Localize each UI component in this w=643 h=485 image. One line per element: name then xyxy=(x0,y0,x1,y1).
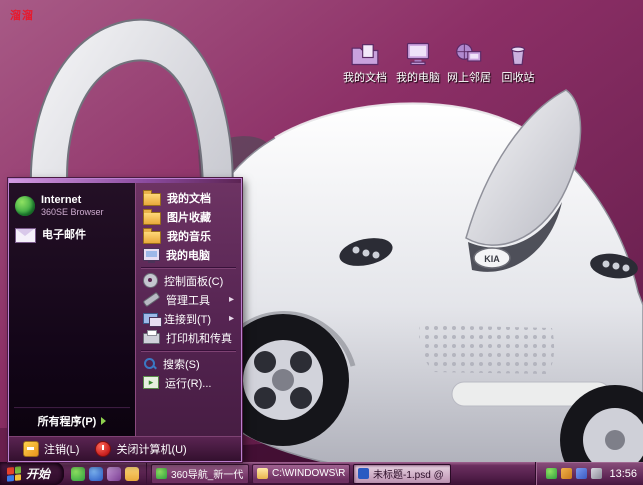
tray-update-icon[interactable] xyxy=(561,468,572,479)
menu-item-run[interactable]: 运行(R)... xyxy=(138,373,239,392)
desktop-icon-network-places[interactable]: 网上邻居 xyxy=(443,42,495,85)
recycle-bin-icon xyxy=(504,42,532,66)
start-menu: Internet 360SE Browser 电子邮件 所有程序(P) xyxy=(8,178,242,462)
desktop-icon-recycle-bin[interactable]: 回收站 xyxy=(492,42,544,85)
start-menu-footer: 注销(L) 关闭计算机(U) xyxy=(9,436,241,461)
menu-item-search[interactable]: 搜索(S) xyxy=(138,354,239,373)
car-brand-badge: KIA xyxy=(484,254,500,264)
arrow-right-icon xyxy=(101,417,106,425)
menu-item-my-music[interactable]: 我的音乐 xyxy=(138,226,239,245)
control-panel-icon xyxy=(143,273,158,288)
my-computer-icon xyxy=(404,42,432,66)
menu-item-admin-tools[interactable]: 管理工具 xyxy=(138,290,239,309)
log-off-icon xyxy=(23,441,39,457)
task-button-windows-res[interactable]: C:\WINDOWS\Res... xyxy=(252,464,350,484)
folder-icon xyxy=(143,212,161,225)
tray-network-icon[interactable] xyxy=(576,468,587,479)
taskbar-clock[interactable]: 13:56 xyxy=(609,468,637,480)
start-pinned-internet[interactable]: Internet 360SE Browser xyxy=(12,189,132,223)
tray-volume-icon[interactable] xyxy=(591,468,602,479)
divider xyxy=(141,267,236,268)
shut-down-button[interactable]: 关闭计算机(U) xyxy=(95,441,186,457)
pinned-subtitle: 360SE Browser xyxy=(41,207,104,218)
quick-launch xyxy=(64,462,147,485)
run-icon xyxy=(143,376,159,389)
start-pinned-email[interactable]: 电子邮件 xyxy=(12,223,132,248)
folder-icon xyxy=(143,193,161,206)
desktop-icon-label: 回收站 xyxy=(502,69,535,85)
tray-360-safe-icon[interactable] xyxy=(546,468,557,479)
menu-item-printers-faxes[interactable]: 打印机和传真 xyxy=(138,328,239,347)
task-button-photoshop[interactable]: 未标题-1.psd @ 50... xyxy=(353,464,451,484)
start-menu-places-column: 我的文档 图片收藏 我的音乐 我的电脑 控制面板(C) xyxy=(135,183,241,436)
folder-icon xyxy=(143,231,161,244)
admin-tools-icon xyxy=(143,292,161,307)
mail-icon xyxy=(15,228,36,243)
search-icon xyxy=(143,357,157,371)
connect-icon xyxy=(143,313,158,324)
browser-icon xyxy=(15,196,35,216)
watermark-text: 溜溜 xyxy=(10,7,34,23)
quicklaunch-folder-icon[interactable] xyxy=(125,467,139,481)
computer-icon xyxy=(143,248,160,261)
quicklaunch-internet-icon[interactable] xyxy=(89,467,103,481)
divider xyxy=(14,407,130,408)
photoshop-icon xyxy=(358,468,369,479)
menu-item-my-pictures[interactable]: 图片收藏 xyxy=(138,207,239,226)
power-icon xyxy=(95,441,111,457)
all-programs-label: 所有程序(P) xyxy=(38,413,97,429)
network-places-icon xyxy=(455,42,483,66)
360-browser-icon xyxy=(156,468,167,479)
desktop-icon-label: 我的文档 xyxy=(343,69,387,85)
quicklaunch-360-browser-icon[interactable] xyxy=(71,467,85,481)
task-button-360-nav[interactable]: 360导航_新一代安... xyxy=(151,464,249,484)
desktop-icon-my-computer[interactable]: 我的电脑 xyxy=(392,42,444,85)
divider xyxy=(141,350,236,351)
pinned-title: 电子邮件 xyxy=(42,229,86,242)
desktop: KIA 溜溜 我的文档 我的电脑 xyxy=(0,0,643,485)
quicklaunch-show-desktop-icon[interactable] xyxy=(107,467,121,481)
pinned-title: Internet xyxy=(41,194,104,207)
desktop-icon-label: 网上邻居 xyxy=(447,69,491,85)
menu-item-my-computer[interactable]: 我的电脑 xyxy=(138,245,239,264)
folder-window-icon xyxy=(257,468,268,479)
start-menu-pinned-column: Internet 360SE Browser 电子邮件 所有程序(P) xyxy=(9,183,135,436)
start-button[interactable]: 开始 xyxy=(0,462,64,485)
desktop-icon-label: 我的电脑 xyxy=(396,69,440,85)
taskbar: 开始 360导航_新一代安... C:\WINDOWS\Res... 未标题-1… xyxy=(0,462,643,485)
log-off-button[interactable]: 注销(L) xyxy=(23,441,79,457)
menu-item-connect-to[interactable]: 连接到(T) xyxy=(138,309,239,328)
my-documents-icon xyxy=(351,42,379,66)
windows-flag-icon xyxy=(7,466,21,481)
system-tray: 13:56 xyxy=(535,462,643,485)
desktop-icon-my-documents[interactable]: 我的文档 xyxy=(339,42,391,85)
menu-item-control-panel[interactable]: 控制面板(C) xyxy=(138,271,239,290)
all-programs-button[interactable]: 所有程序(P) xyxy=(12,410,132,432)
task-buttons: 360导航_新一代安... C:\WINDOWS\Res... 未标题-1.ps… xyxy=(147,464,535,484)
menu-item-my-documents[interactable]: 我的文档 xyxy=(138,188,239,207)
printer-icon xyxy=(143,333,160,344)
